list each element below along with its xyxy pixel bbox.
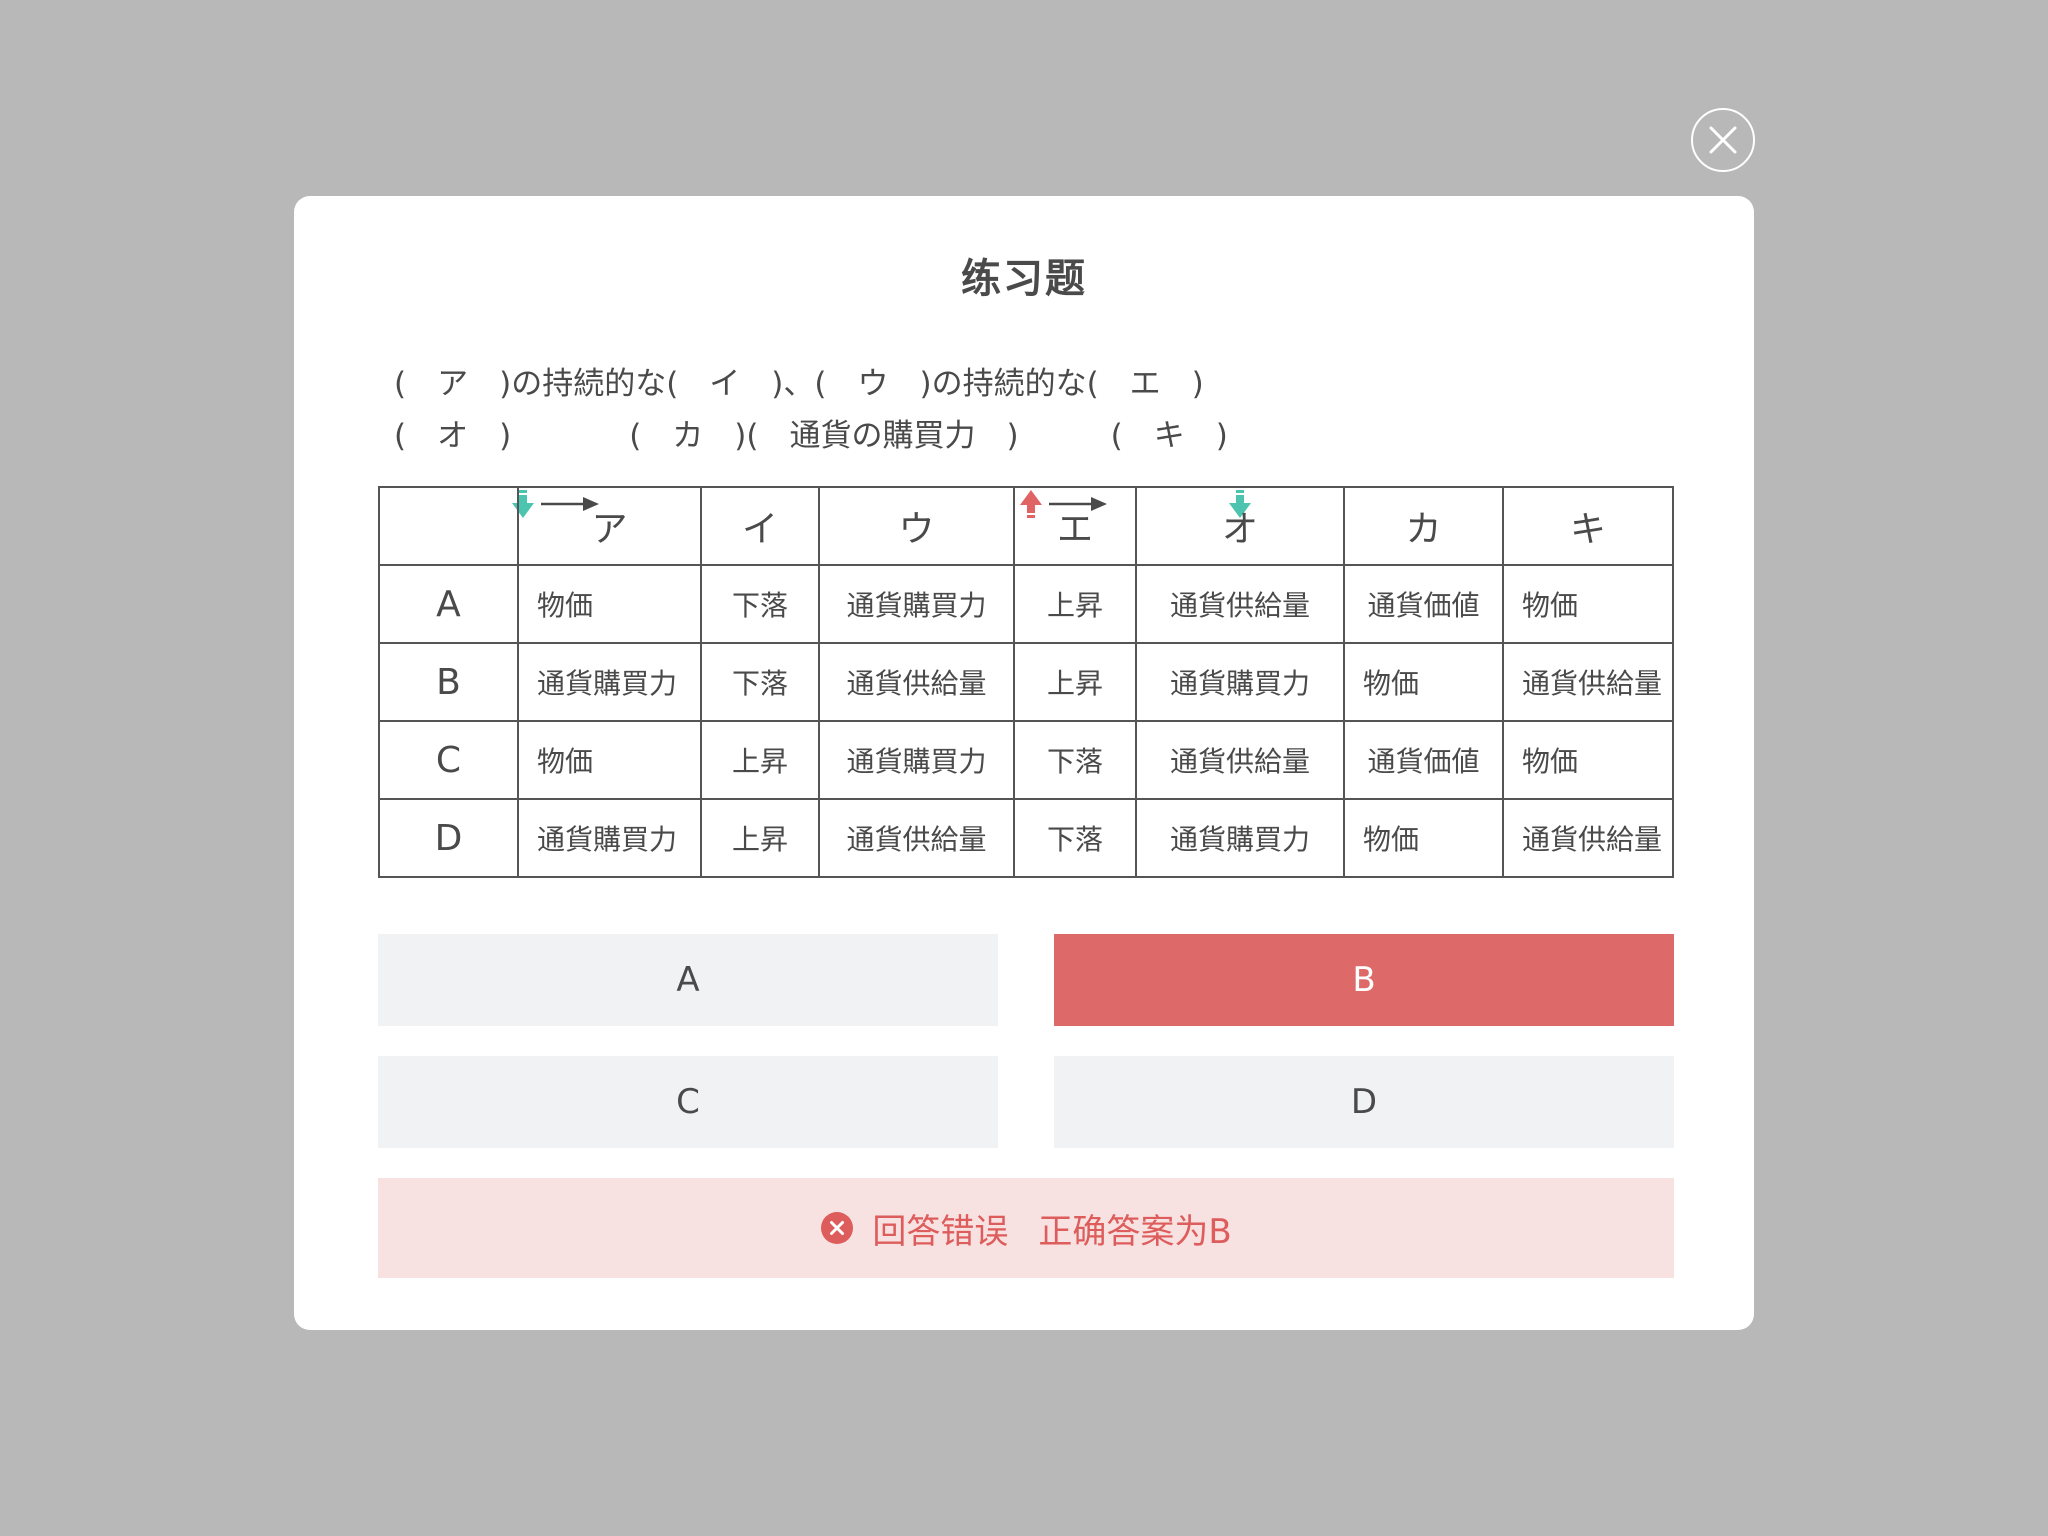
table-row: A 物価 下落 通貨購買力 上昇 通貨供給量 通貨価値 物価 <box>378 564 1674 644</box>
option-label: B <box>1352 960 1376 1000</box>
close-circle-icon <box>1709 126 1737 154</box>
option-label: D <box>1350 1082 1378 1122</box>
table-cell: 通貨価値 <box>1343 564 1504 644</box>
option-label: C <box>676 1082 700 1122</box>
answer-feedback-banner: 回答错误 正确答案为B <box>378 1178 1674 1278</box>
table-cell: 通貨供給量 <box>1502 798 1674 878</box>
table-cell: 下落 <box>1013 720 1137 800</box>
table-cell: 下落 <box>1013 798 1137 878</box>
exercise-modal: 练习题 ( ア )の持続的な( イ )、( ウ )の持続的な( エ ) ( オ … <box>294 196 1754 1330</box>
table-cell: 通貨供給量 <box>818 642 1015 722</box>
table-cell: 上昇 <box>1013 564 1137 644</box>
table-cell: 上昇 <box>1013 642 1137 722</box>
question-blank-o: ( オ ) <box>394 417 512 454</box>
table-cell: 通貨購買力 <box>517 798 702 878</box>
up-arrow-icon <box>1019 416 1043 518</box>
option-button-b[interactable]: B <box>1054 934 1674 1026</box>
table-header-cell: キ <box>1502 486 1674 566</box>
table-header-cell: カ <box>1343 486 1504 566</box>
error-x-icon <box>820 1211 854 1245</box>
table-row: D 通貨購買力 上昇 通貨供給量 下落 通貨購買力 物価 通貨供給量 <box>378 798 1674 878</box>
table-cell: 上昇 <box>700 720 820 800</box>
feedback-status: 回答错误 <box>872 1211 1009 1252</box>
table-cell: 通貨購買力 <box>818 564 1015 644</box>
table-cell: 通貨供給量 <box>1135 720 1345 800</box>
table-header-cell: ア <box>517 486 702 566</box>
table-cell: 物価 <box>1343 642 1504 722</box>
close-button[interactable] <box>1691 108 1755 172</box>
question-line-2: ( オ ) ( カ )( 通貨の購買力 ) (キ) <box>394 406 1654 518</box>
row-label: C <box>378 720 519 800</box>
down-arrow-icon <box>1228 416 1252 518</box>
table-header-cell: オ <box>1135 486 1345 566</box>
right-arrow-icon <box>541 422 600 511</box>
option-button-d[interactable]: D <box>1054 1056 1674 1148</box>
table-cell: 通貨購買力 <box>1135 642 1345 722</box>
table-header-cell <box>378 486 519 566</box>
right-arrow-icon <box>1048 422 1107 511</box>
table-cell: 物価 <box>517 564 702 644</box>
table-cell: 通貨購買力 <box>818 720 1015 800</box>
table-cell: 物価 <box>1502 720 1674 800</box>
table-cell: 物価 <box>1343 798 1504 878</box>
table-cell: 通貨購買力 <box>517 642 702 722</box>
row-label: B <box>378 642 519 722</box>
table-cell: 通貨価値 <box>1343 720 1504 800</box>
table-cell: 物価 <box>517 720 702 800</box>
question-line-1-text: ( ア )の持続的な( イ )、( ウ )の持続的な( エ ) <box>394 365 1204 402</box>
row-label: A <box>378 564 519 644</box>
table-cell: 物価 <box>1502 564 1674 644</box>
table-row: C 物価 上昇 通貨購買力 下落 通貨供給量 通貨価値 物価 <box>378 720 1674 800</box>
modal-title: 练习题 <box>961 256 1087 302</box>
down-arrow-icon <box>511 416 535 518</box>
table-cell: 下落 <box>700 564 820 644</box>
question-line-1: ( ア )の持続的な( イ )、( ウ )の持続的な( エ ) <box>394 354 1654 406</box>
table-row: B 通貨購買力 下落 通貨供給量 上昇 通貨購買力 物価 通貨供給量 <box>378 642 1674 722</box>
table-header-cell: エ <box>1013 486 1137 566</box>
question-blank-ki: ( キ ) <box>1110 417 1228 454</box>
option-button-c[interactable]: C <box>378 1056 998 1148</box>
table-header-row: ア イ ウ エ オ カ キ <box>378 486 1674 566</box>
option-button-a[interactable]: A <box>378 934 998 1026</box>
table-header-cell: ウ <box>818 486 1015 566</box>
table-cell: 通貨購買力 <box>1135 798 1345 878</box>
option-label: A <box>676 960 700 1000</box>
question-blank-ka-purchasing-power: ( カ )( 通貨の購買力 ) <box>629 417 1019 454</box>
answer-table: ア イ ウ エ オ カ キ A 物価 下落 通貨購買力 上昇 通貨供給量 通貨価… <box>378 486 1674 878</box>
table-cell: 通貨供給量 <box>818 798 1015 878</box>
table-header-cell: イ <box>700 486 820 566</box>
table-cell: 通貨供給量 <box>1502 642 1674 722</box>
row-label: D <box>378 798 519 878</box>
feedback-correct-answer: 正确答案为B <box>1038 1211 1232 1252</box>
table-cell: 通貨供給量 <box>1135 564 1345 644</box>
table-cell: 上昇 <box>700 798 820 878</box>
table-cell: 下落 <box>700 642 820 722</box>
question-text: ( ア )の持続的な( イ )、( ウ )の持続的な( エ ) ( オ ) ( … <box>394 354 1654 518</box>
